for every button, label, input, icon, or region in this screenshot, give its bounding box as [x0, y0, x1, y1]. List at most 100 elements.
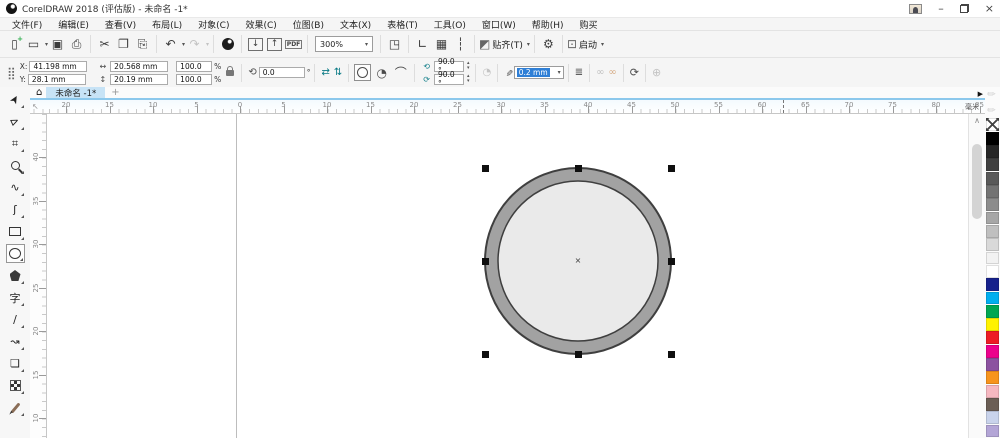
scale-h-field[interactable]: 100.0: [176, 61, 212, 72]
paste-icon[interactable]: ⎘: [133, 34, 152, 54]
scale-v-field[interactable]: 100.0: [176, 74, 212, 85]
shadow-tool[interactable]: ❏: [6, 354, 25, 373]
drawing-canvas[interactable]: ×: [47, 114, 968, 438]
copy-icon[interactable]: ❐: [114, 34, 133, 54]
zoom-tool[interactable]: [6, 156, 25, 175]
new-tab-button[interactable]: +: [105, 87, 125, 98]
color-swatch[interactable]: [986, 145, 999, 158]
export-icon[interactable]: ↑: [267, 38, 282, 51]
vertical-scrollbar[interactable]: ∧: [968, 114, 985, 438]
menu-item-table[interactable]: 表格(T): [379, 18, 426, 31]
menu-item-buy[interactable]: 购买: [572, 18, 606, 31]
show-rulers-icon[interactable]: ∟: [413, 34, 432, 54]
menu-item-help[interactable]: 帮助(H): [524, 18, 572, 31]
minimize-button[interactable]: –: [938, 4, 944, 14]
end-angle-field[interactable]: 90.0 °: [434, 74, 464, 85]
color-swatch[interactable]: [986, 265, 999, 278]
color-swatch[interactable]: [986, 331, 999, 344]
menu-item-text[interactable]: 文本(X): [332, 18, 379, 31]
connector-tool[interactable]: ↝: [6, 332, 25, 351]
menu-item-effects[interactable]: 效果(C): [237, 18, 284, 31]
selection-handle[interactable]: [668, 165, 675, 172]
new-document-icon[interactable]: ▯+: [5, 34, 24, 54]
mirror-horizontal-icon[interactable]: ⇄: [321, 67, 329, 78]
crop-tool[interactable]: ⌗: [6, 134, 25, 153]
menu-item-file[interactable]: 文件(F): [4, 18, 50, 31]
snap-to[interactable]: ◩贴齐(T)▾: [479, 34, 530, 54]
selection-handle[interactable]: [482, 165, 489, 172]
object-width-field[interactable]: 20.568 mm: [110, 61, 168, 72]
document-tab-active[interactable]: 未命名 -1*: [46, 87, 105, 98]
save-icon[interactable]: ▣: [48, 34, 67, 54]
rotation-angle-field[interactable]: 0.0: [259, 67, 305, 78]
print-icon[interactable]: ⎙: [67, 34, 86, 54]
object-height-field[interactable]: 20.19 mm: [110, 74, 168, 85]
open-folder-icon[interactable]: ▭: [24, 34, 43, 54]
lock-ratio-icon[interactable]: [226, 70, 234, 76]
scrollbar-thumb[interactable]: [972, 144, 982, 219]
polygon-tool[interactable]: [6, 266, 25, 285]
publish-pdf[interactable]: PDF: [284, 34, 303, 54]
selection-handle[interactable]: [575, 165, 582, 172]
menu-item-object[interactable]: 对象(C): [190, 18, 237, 31]
color-swatch[interactable]: [986, 385, 999, 398]
transparency-tool[interactable]: [6, 376, 25, 395]
import-icon[interactable]: ↓: [248, 38, 263, 51]
cut-icon[interactable]: ✂: [95, 34, 114, 54]
horizontal-ruler[interactable]: ↖ 毫米 20151050510152025303540455055606570…: [30, 100, 985, 114]
rectangle-tool[interactable]: [6, 222, 25, 241]
selection-handle[interactable]: [668, 258, 675, 265]
color-swatch[interactable]: [986, 398, 999, 411]
ellipse-tool[interactable]: [6, 244, 25, 263]
search-content[interactable]: [218, 34, 237, 54]
y-position-field[interactable]: 28.1 mm: [28, 74, 86, 85]
color-swatch[interactable]: [986, 345, 999, 358]
convert-to-curves-icon[interactable]: ⟳: [630, 66, 639, 79]
color-swatch[interactable]: [986, 212, 999, 225]
color-swatch[interactable]: [986, 172, 999, 185]
artistic-media-tool[interactable]: ʃ: [6, 200, 25, 219]
menu-item-window[interactable]: 窗口(W): [474, 18, 524, 31]
close-button[interactable]: ×: [985, 4, 994, 14]
arc-mode-button[interactable]: ⌒: [392, 64, 409, 81]
color-swatch[interactable]: [986, 198, 999, 211]
menu-item-bitmaps[interactable]: 位图(B): [285, 18, 332, 31]
end-angle-spinner[interactable]: ▴▾: [467, 74, 470, 84]
color-swatch[interactable]: [986, 318, 999, 331]
color-swatch[interactable]: [986, 278, 999, 291]
x-position-field[interactable]: 41.198 mm: [29, 61, 87, 72]
redo-dropdown-arrow[interactable]: ▾: [206, 41, 209, 48]
eyedropper-tool[interactable]: [6, 398, 25, 417]
menu-item-tools[interactable]: 工具(O): [426, 18, 474, 31]
color-swatch[interactable]: [986, 305, 999, 318]
text-tool[interactable]: 字: [6, 288, 25, 307]
fullscreen-preview-icon[interactable]: ◳: [385, 34, 404, 54]
pick-tool[interactable]: ➤: [6, 90, 25, 109]
dimension-tool[interactable]: ∕: [6, 310, 25, 329]
selection-handle[interactable]: [482, 351, 489, 358]
selection-handle[interactable]: [668, 351, 675, 358]
freehand-tool[interactable]: ∿: [6, 178, 25, 197]
color-swatch[interactable]: [986, 132, 999, 145]
start-angle-spinner[interactable]: ▴▾: [467, 61, 470, 71]
ellipse-mode-button[interactable]: [354, 64, 371, 81]
wrap-text-icon[interactable]: ≣: [575, 67, 583, 78]
launcher[interactable]: ⊡启动▾: [567, 34, 604, 54]
shape-tool[interactable]: ⊳: [6, 112, 25, 131]
color-swatch[interactable]: [986, 411, 999, 424]
menu-item-edit[interactable]: 编辑(E): [50, 18, 97, 31]
zoom-level[interactable]: 300%▾: [315, 36, 373, 52]
pie-mode-button[interactable]: ◔: [373, 64, 390, 81]
color-swatch[interactable]: [986, 238, 999, 251]
selection-handle[interactable]: [575, 351, 582, 358]
account-icon[interactable]: [909, 4, 922, 14]
home-tab-icon[interactable]: ⌂: [36, 87, 42, 98]
selection-handle[interactable]: [482, 258, 489, 265]
restore-button[interactable]: [960, 4, 969, 13]
color-swatch[interactable]: [986, 252, 999, 265]
scroll-up-icon[interactable]: ∧: [969, 116, 985, 125]
color-swatch[interactable]: [986, 185, 999, 198]
color-swatch[interactable]: [986, 371, 999, 384]
color-swatch[interactable]: [986, 292, 999, 305]
menu-item-view[interactable]: 查看(V): [97, 18, 144, 31]
